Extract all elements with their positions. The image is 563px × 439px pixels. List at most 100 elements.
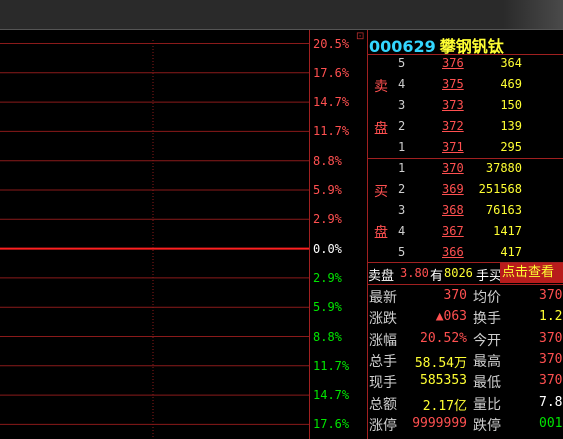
sell-level: 2 (398, 119, 406, 133)
sell-price[interactable]: 371 (442, 140, 464, 154)
buy-volume: 37880 (485, 161, 522, 175)
percent-label: 17.6% (313, 65, 350, 80)
stats-row: 涨跌 ▲063 换手 1.23% (369, 308, 563, 329)
buy-price[interactable]: 368 (442, 203, 464, 217)
chart-grid (0, 30, 310, 439)
sell-row[interactable]: 2 372 139 (398, 119, 563, 139)
sell-price[interactable]: 373 (442, 98, 464, 112)
unit-label: 手买 (476, 269, 503, 284)
stat-value: 58.54万 (414, 355, 467, 371)
have-value: 8026 (444, 266, 473, 280)
buy-volume: 1417 (493, 224, 522, 238)
percent-label: 14.7% (313, 388, 350, 403)
stat-label: 换手 (473, 311, 501, 328)
stat-label: 总手 (369, 353, 397, 370)
sell-price[interactable]: 375 (442, 77, 464, 91)
stat-label: 最低 (473, 375, 501, 392)
buy-row[interactable]: 3 368 76163 (398, 203, 563, 223)
stat-label: 均价 (473, 290, 501, 306)
buy-price[interactable]: 370 (442, 161, 464, 175)
stat-label: 涨幅 (369, 332, 397, 349)
stat-value: 20.52% (420, 330, 467, 346)
view-details-button[interactable]: 点击查看 (500, 263, 563, 283)
buy-volume: 417 (500, 245, 522, 259)
percent-label: 5.9% (313, 183, 342, 197)
stats-row: 最新 370 均价 370 (369, 287, 563, 308)
have-label: 有 (430, 269, 444, 284)
sell-level: 5 (398, 56, 406, 70)
sell-row[interactable]: 3 373 150 (398, 98, 563, 118)
sell-volume: 469 (500, 77, 522, 91)
sell-total-value: 3.80 (400, 266, 429, 280)
sell-price[interactable]: 372 (442, 119, 464, 133)
percent-label: 8.8% (313, 153, 342, 168)
stats-row: 涨幅 20.52% 今开 370 (369, 330, 563, 351)
stat-label: 现手 (369, 375, 397, 392)
stat-value: 370 (539, 330, 563, 346)
buy-level: 1 (398, 161, 406, 175)
buy-volume: 251568 (478, 182, 522, 196)
buy-price[interactable]: 366 (442, 245, 464, 259)
buy-price[interactable]: 369 (442, 182, 464, 196)
stat-value: 585353 (420, 373, 467, 389)
sell-level: 4 (398, 77, 406, 91)
buy-volume: 76163 (485, 203, 522, 217)
percent-label: 11.7% (313, 124, 350, 139)
stat-value: 001 (539, 415, 563, 431)
sell-row[interactable]: 4 375 469 (398, 77, 563, 97)
buy-price[interactable]: 367 (442, 224, 464, 238)
percent-label: 14.7% (313, 95, 350, 110)
stat-label: 总额 (369, 396, 397, 413)
sell-label-bottom: 盘 (374, 121, 388, 137)
stat-value: ▲063 (435, 309, 467, 325)
sell-level: 1 (398, 140, 406, 154)
toolbar-gradient (503, 0, 563, 30)
stat-value: 370 (539, 288, 563, 303)
stat-value: 7.89 (539, 394, 563, 410)
sell-level: 3 (398, 98, 406, 112)
buy-level: 4 (398, 224, 406, 238)
sell-volume: 139 (500, 119, 522, 133)
stat-label: 跌停 (473, 417, 501, 434)
intraday-chart[interactable] (0, 30, 310, 439)
percent-label: 11.7% (313, 358, 350, 373)
stats-row: 涨停 9999999 跌停 001 (369, 415, 563, 436)
stat-value: 370 (443, 288, 467, 303)
percent-label: 20.5% (313, 36, 350, 51)
stats-row: 总额 2.17亿量比 7.89 (369, 394, 563, 415)
buy-row[interactable]: 1 370 37880 (398, 161, 563, 181)
percent-label: 2.9% (313, 212, 342, 227)
buy-label-bottom: 盘 (374, 225, 388, 241)
top-toolbar (0, 0, 563, 30)
sell-row[interactable]: 5 376 364 (398, 56, 563, 76)
buy-level: 2 (398, 182, 406, 196)
sell-row[interactable]: 1 371 295 (398, 140, 563, 160)
stats-row: 总手 58.54万 最高 370 (369, 351, 563, 372)
stat-value: 370 (539, 351, 563, 367)
stats-divider (368, 284, 563, 285)
sell-volume: 364 (500, 56, 522, 70)
stat-label: 量比 (473, 396, 501, 413)
buy-row[interactable]: 2 369 251568 (398, 182, 563, 202)
stat-value: 9999999 (412, 415, 467, 431)
sell-volume: 295 (500, 140, 522, 154)
sell-volume: 150 (500, 98, 522, 112)
order-info-bar: 卖盘 3.80 有 8026 手买 点击查看 (368, 263, 563, 284)
stat-label: 涨跌 (369, 311, 397, 328)
header-divider (368, 54, 563, 55)
stats-row: 现手 585353 最低 370 (369, 372, 563, 393)
sell-price[interactable]: 376 (442, 56, 464, 70)
stat-value: 370 (539, 373, 563, 389)
buy-row[interactable]: 4 367 1417 (398, 224, 563, 244)
stat-label: 涨停 (369, 417, 397, 434)
percent-label: 17.6% (313, 417, 350, 432)
percent-label: 2.9% (313, 270, 342, 285)
percent-label: 5.9% (313, 300, 342, 315)
sell-label-top: 卖 (374, 79, 388, 95)
stat-label: 今开 (473, 332, 501, 349)
chart-corner-icon[interactable]: ⊡ (356, 31, 364, 42)
percent-label: 0.0% (313, 241, 342, 256)
stat-label: 最新 (369, 290, 397, 306)
sell-total-label: 卖盘 (368, 269, 395, 284)
buy-level: 3 (398, 203, 406, 217)
